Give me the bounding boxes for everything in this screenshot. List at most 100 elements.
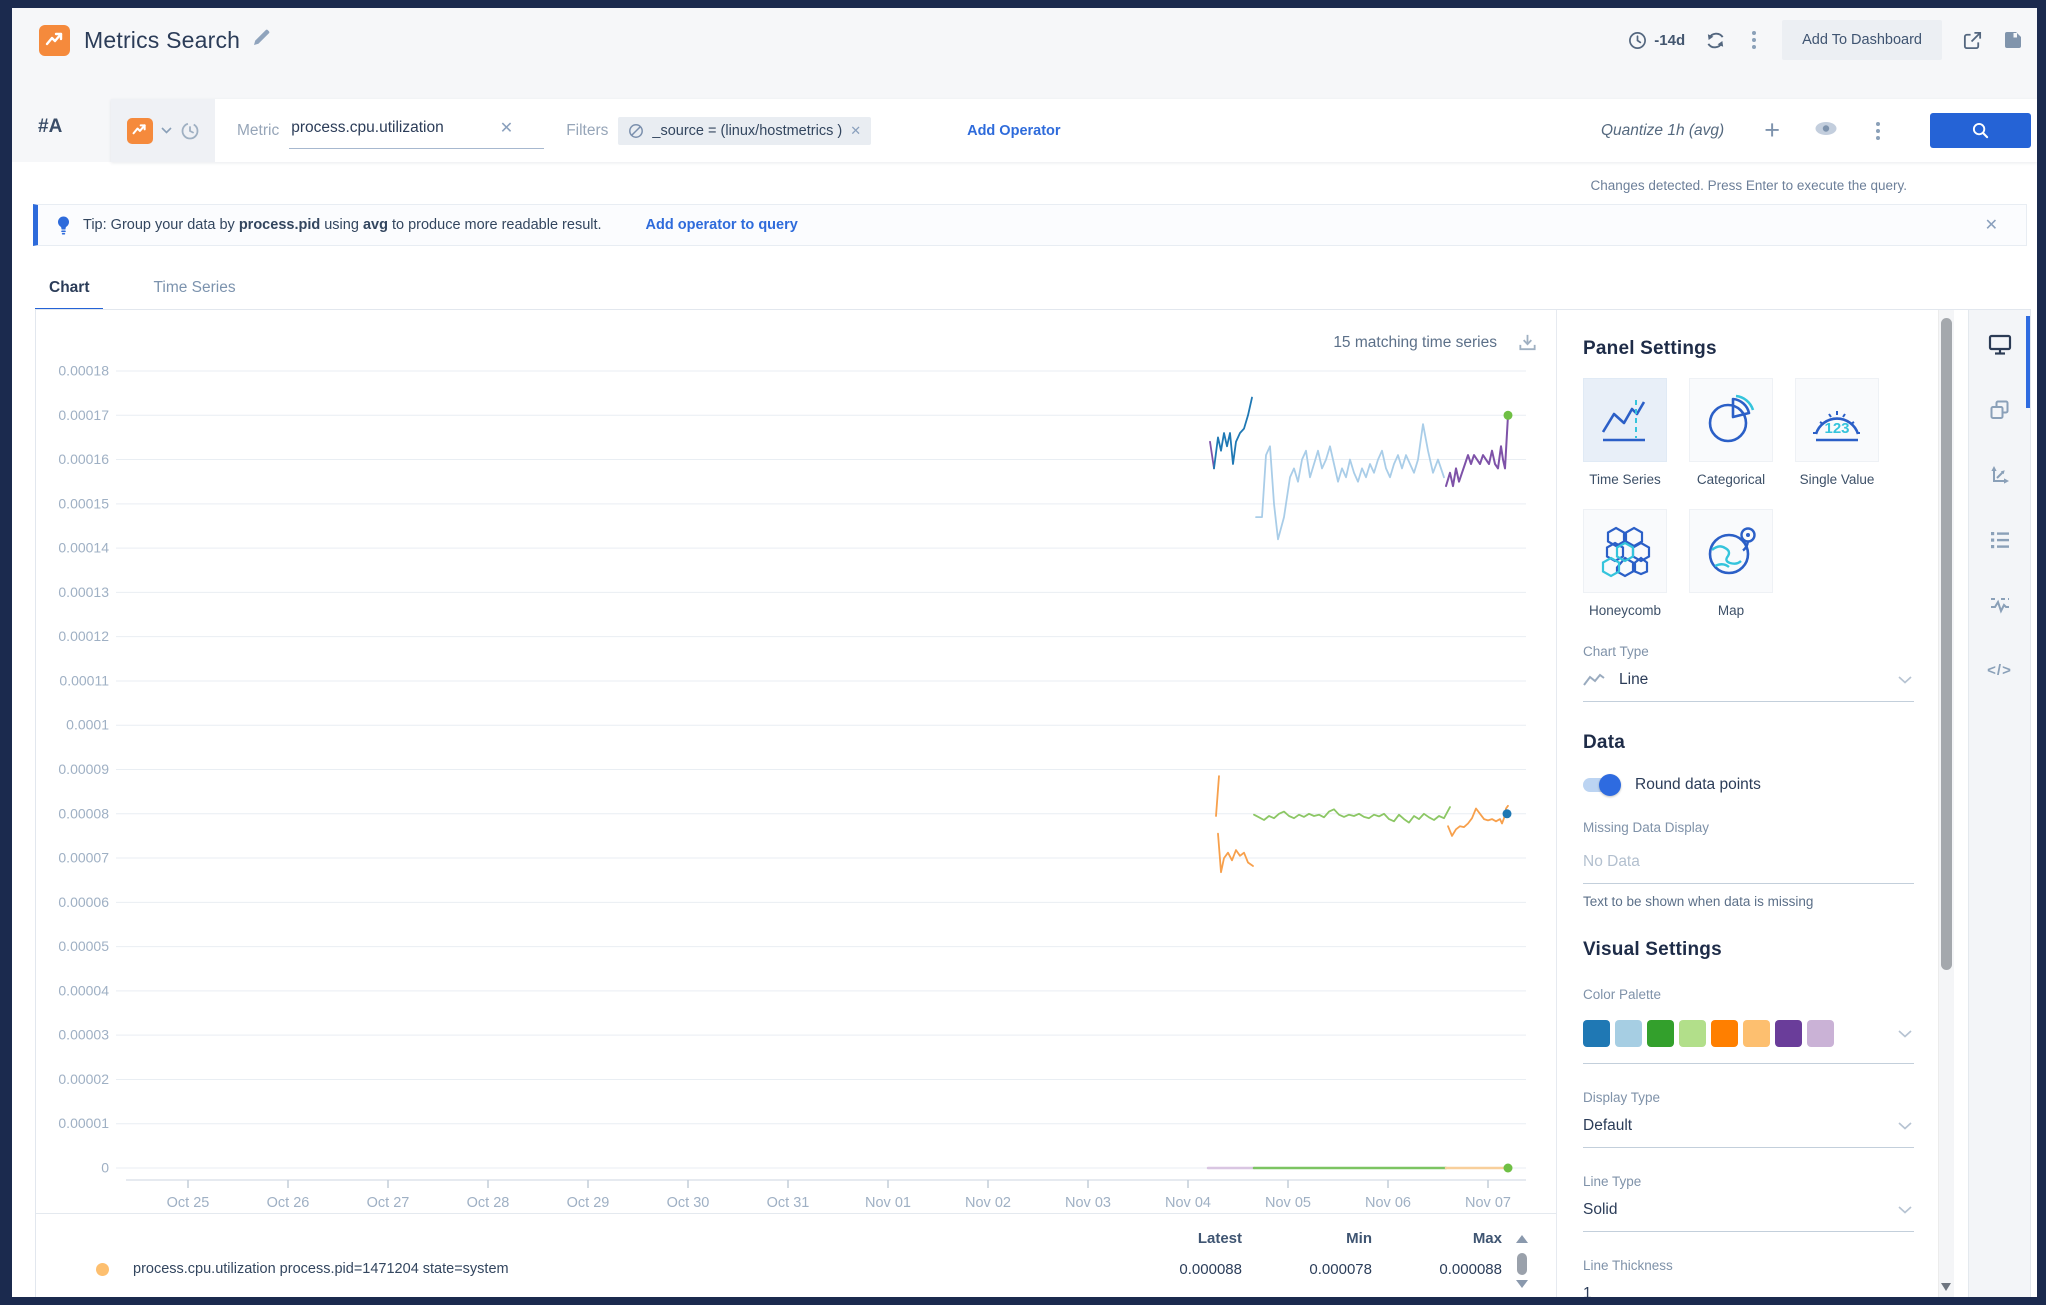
tip-bar: Tip: Group your data by process.pid usin… — [33, 204, 2027, 246]
matching-series-count: 15 matching time series — [1333, 334, 1497, 352]
color-palette-select[interactable] — [1583, 1010, 1914, 1064]
tip-add-operator-link[interactable]: Add operator to query — [646, 217, 798, 233]
series-max-value: 0.000088 — [1372, 1261, 1502, 1278]
svg-text:0.00009: 0.00009 — [58, 761, 109, 777]
viz-tile-single-value[interactable]: 123 Single Value — [1795, 378, 1879, 487]
svg-text:0.00003: 0.00003 — [58, 1027, 109, 1043]
chart-type-value: Line — [1619, 671, 1648, 689]
edit-title-icon[interactable] — [252, 28, 271, 52]
metric-value: process.cpu.utilization — [291, 119, 444, 137]
chevron-down-icon — [1898, 1122, 1912, 1130]
svg-text:0.00001: 0.00001 — [58, 1115, 109, 1131]
tab-time-series[interactable]: Time Series — [139, 266, 249, 310]
axes-icon — [1989, 464, 2011, 486]
legend-row[interactable]: process.cpu.utilization process.pid=1471… — [36, 1252, 1542, 1286]
run-search-button[interactable] — [1930, 113, 2031, 148]
series-color-dot — [96, 1263, 109, 1276]
tip-text: Tip: Group your data by process.pid usin… — [83, 217, 602, 233]
quantize-info[interactable]: Quantize 1h (avg) — [1601, 122, 1724, 140]
panel-scrollbar[interactable] — [1938, 310, 1954, 1297]
metric-input[interactable]: process.cpu.utilization ✕ — [289, 112, 544, 149]
header-more-menu[interactable] — [1746, 29, 1762, 51]
time-series-viz-icon — [1597, 392, 1653, 448]
legend-scrollbar[interactable] — [1502, 1233, 1542, 1243]
chevron-down-icon — [1898, 1030, 1912, 1038]
add-query-icon[interactable]: + — [1764, 117, 1780, 144]
visual-settings-title: Visual Settings — [1583, 939, 1914, 961]
display-type-label: Display Type — [1583, 1090, 1914, 1105]
legend-scroll-down-icon[interactable] — [1516, 1280, 1528, 1288]
tab-chart[interactable]: Chart — [35, 266, 103, 310]
legend-scroll-up-icon[interactable] — [1516, 1235, 1528, 1243]
chart-panel-card: 15 matching time series 0.000180.000170.… — [35, 309, 2031, 1297]
series-label: process.cpu.utilization process.pid=1471… — [133, 1261, 509, 1277]
legend-scrollbar-lower[interactable] — [1502, 1251, 1542, 1288]
filter-chip-text: _source = (linux/hostmetrics ) — [652, 123, 842, 139]
threshold-settings-tool[interactable] — [1987, 592, 2013, 618]
duplicate-tool[interactable] — [1987, 397, 2013, 423]
line-chart-icon — [1583, 673, 1605, 687]
timeseries-chart[interactable]: 0.000180.000170.000160.000150.000140.000… — [36, 310, 1551, 1215]
viz-type-grid: Time Series Categorical — [1583, 378, 1883, 618]
svg-text:Oct 27: Oct 27 — [367, 1195, 410, 1211]
viz-label-time-series: Time Series — [1583, 472, 1667, 487]
legend-settings-tool[interactable] — [1987, 527, 2013, 553]
panel-scroll-thumb[interactable] — [1941, 318, 1952, 970]
add-to-dashboard-button[interactable]: Add To Dashboard — [1782, 20, 1942, 60]
code-icon: </> — [1987, 662, 2012, 679]
viz-tile-time-series[interactable]: Time Series — [1583, 378, 1667, 487]
download-icon[interactable] — [1517, 332, 1538, 353]
missing-data-label: Missing Data Display — [1583, 820, 1914, 835]
save-button[interactable] — [2003, 30, 2023, 50]
list-icon — [1989, 530, 2011, 550]
palette-swatch — [1743, 1020, 1770, 1047]
palette-swatch — [1679, 1020, 1706, 1047]
remove-filter-icon[interactable]: ✕ — [850, 123, 861, 139]
filter-chip[interactable]: _source = (linux/hostmetrics ) ✕ — [618, 117, 871, 145]
panel-scroll-down-icon[interactable] — [1941, 1283, 1951, 1291]
palette-swatch — [1583, 1020, 1610, 1047]
svg-text:0: 0 — [101, 1160, 109, 1176]
clock-icon — [1628, 31, 1647, 50]
display-settings-tool[interactable] — [1987, 332, 2013, 358]
missing-data-input[interactable]: No Data — [1583, 841, 1914, 884]
svg-text:0.00004: 0.00004 — [58, 982, 109, 998]
svg-text:0.00008: 0.00008 — [58, 805, 109, 821]
display-type-select[interactable]: Default — [1583, 1105, 1914, 1148]
axes-settings-tool[interactable] — [1987, 462, 2013, 488]
svg-text:0.00011: 0.00011 — [59, 672, 109, 688]
viz-label-map: Map — [1689, 603, 1773, 618]
toggle-visibility-icon[interactable] — [1814, 121, 1838, 141]
svg-text:Nov 03: Nov 03 — [1065, 1195, 1111, 1211]
clear-metric-icon[interactable]: ✕ — [500, 118, 513, 138]
refresh-button[interactable] — [1705, 30, 1726, 51]
open-in-new-button[interactable] — [1962, 30, 1983, 51]
time-range-control[interactable]: -14d — [1628, 31, 1685, 50]
svg-text:0.00006: 0.00006 — [58, 894, 109, 910]
legend-header: Latest Min Max — [36, 1224, 1542, 1252]
query-more-menu[interactable] — [1870, 120, 1886, 142]
round-data-points-toggle[interactable] — [1583, 778, 1619, 792]
palette-swatch — [1711, 1020, 1738, 1047]
code-view-tool[interactable]: </> — [1987, 657, 2013, 683]
svg-text:0.00015: 0.00015 — [58, 495, 109, 511]
chart-type-select[interactable]: Line — [1583, 659, 1914, 702]
legend-scroll-thumb[interactable] — [1517, 1253, 1527, 1275]
svg-text:Nov 06: Nov 06 — [1365, 1195, 1411, 1211]
query-section: #A Metric process.cpu.utilization ✕ Filt… — [12, 72, 2037, 162]
copy-icon — [1989, 399, 2011, 421]
query-type-cell[interactable] — [111, 99, 215, 162]
svg-text:Oct 25: Oct 25 — [167, 1195, 210, 1211]
query-row-actions: Quantize 1h (avg) + — [1601, 113, 2037, 148]
viz-tile-honeycomb[interactable]: Honeycomb — [1583, 509, 1667, 618]
add-operator-link[interactable]: Add Operator — [967, 123, 1060, 139]
time-range-value: -14d — [1654, 32, 1685, 49]
line-type-select[interactable]: Solid — [1583, 1189, 1914, 1232]
viz-tile-map[interactable]: Map — [1689, 509, 1773, 618]
viz-tile-categorical[interactable]: Categorical — [1689, 378, 1773, 487]
legend-col-min: Min — [1242, 1230, 1372, 1247]
svg-text:0.00014: 0.00014 — [58, 540, 109, 556]
svg-text:Oct 29: Oct 29 — [567, 1195, 610, 1211]
right-toolbar: </> — [1968, 310, 2030, 1297]
tip-close-icon[interactable]: ✕ — [1985, 215, 1998, 235]
